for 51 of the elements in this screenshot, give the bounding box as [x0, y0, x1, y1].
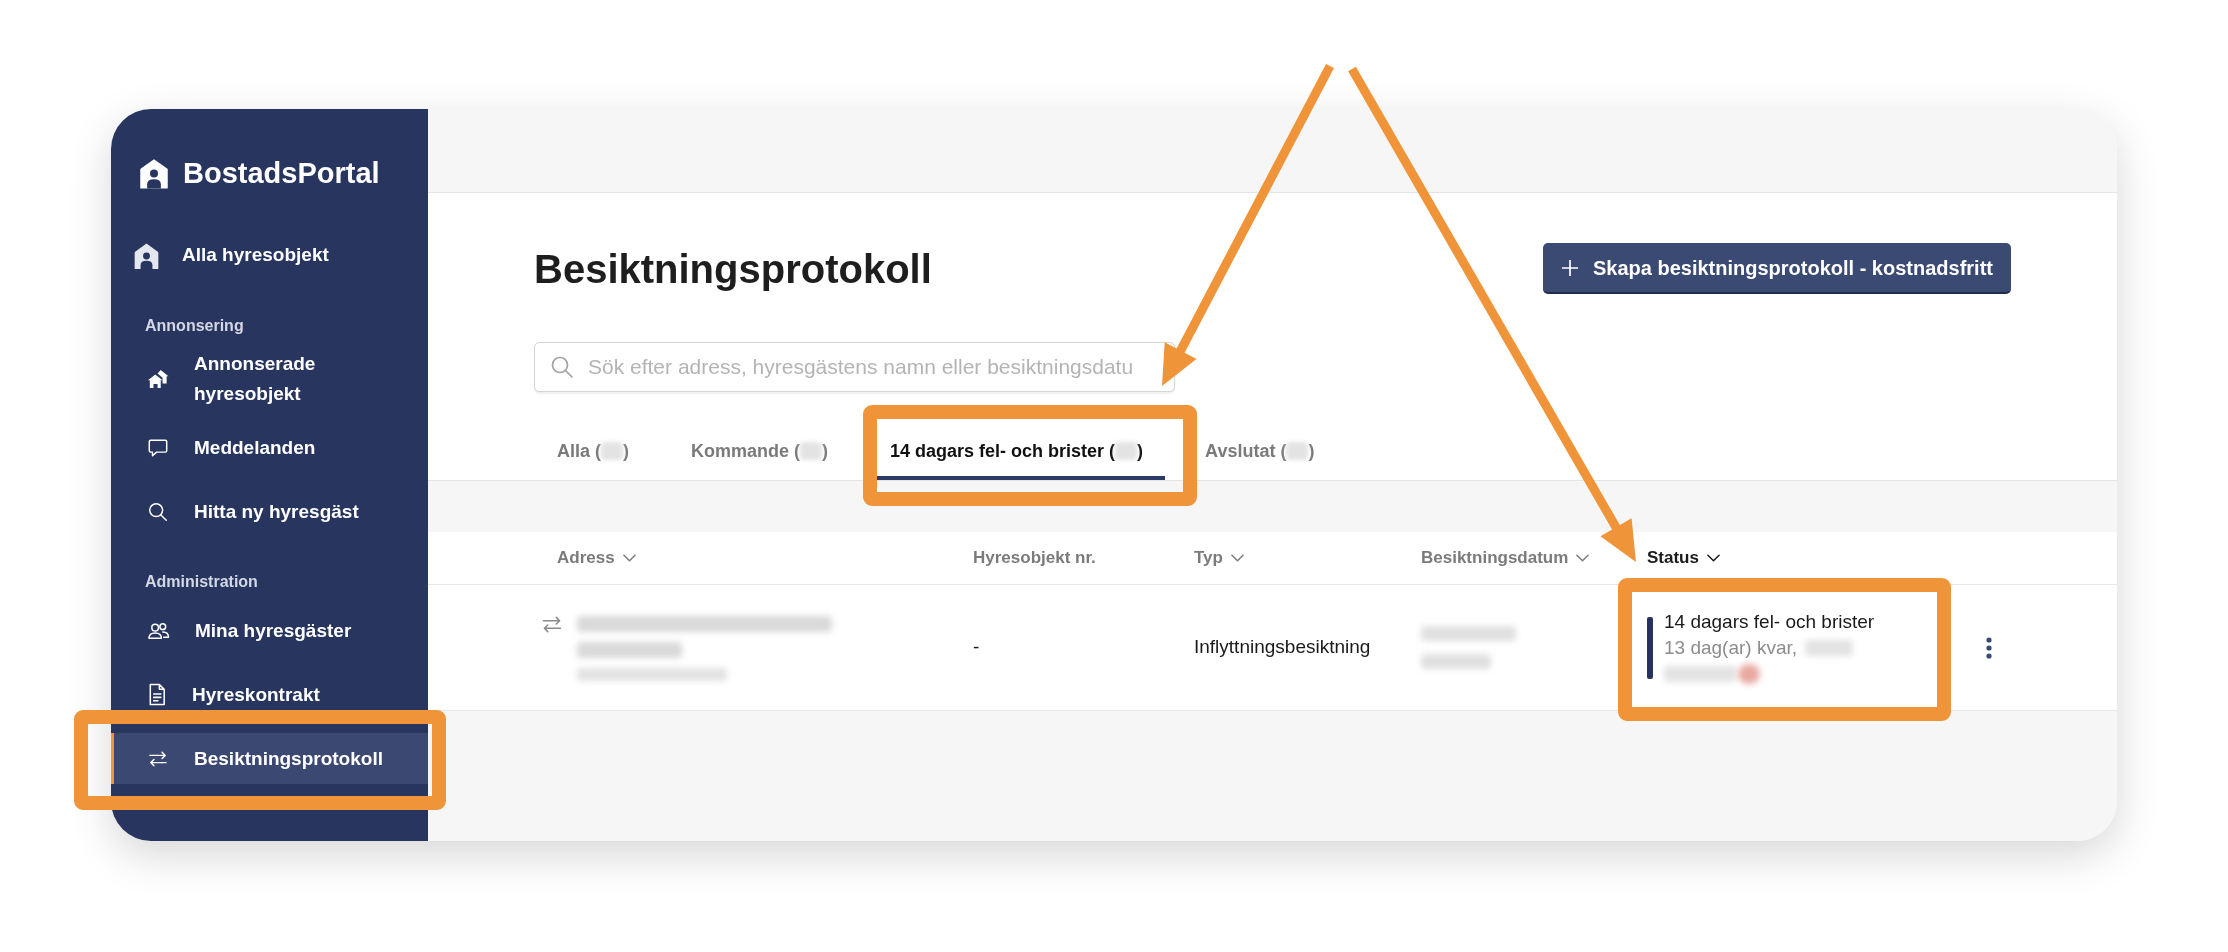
- sidebar-item[interactable]: Meddelanden: [111, 422, 428, 473]
- create-protocol-button[interactable]: Skapa besiktningsprotokoll - kostnadsfritt: [1542, 243, 2011, 294]
- status-title: 14 dagars fel- och brister: [1664, 609, 1875, 634]
- column-header[interactable]: Status: [1647, 545, 1720, 571]
- column-header[interactable]: Typ: [1194, 545, 1244, 571]
- house-person-icon: [133, 241, 160, 270]
- sidebar-item[interactable]: Alla hyresobjekt: [111, 230, 428, 281]
- more-icon[interactable]: [1985, 635, 1993, 660]
- blurred-text: [1664, 665, 1736, 682]
- swap-arrows-icon: [540, 615, 564, 634]
- sidebar-item[interactable]: Hitta ny hyresgäst: [111, 486, 428, 537]
- blurred-count: [800, 442, 823, 460]
- tab[interactable]: 14 dagars fel- och brister ( ): [868, 426, 1166, 480]
- document-icon: [147, 683, 167, 706]
- house-person-icon: [139, 156, 169, 190]
- people-icon: [147, 620, 170, 641]
- houses-icon: [147, 369, 169, 389]
- page-title: Besiktningsprotokoll: [534, 245, 932, 293]
- table-row[interactable]: - Inflyttningsbesiktning 14 dagars fel- och brister 13 dag(ar) kvar,: [428, 585, 2117, 711]
- blurred-count: [601, 442, 623, 460]
- chevron-down-icon: [1230, 554, 1244, 562]
- table-cell: Inflyttningsbesiktning: [1194, 636, 1371, 658]
- plus-icon: [1560, 258, 1579, 277]
- swap-arrows-icon: [147, 749, 169, 768]
- logo-text: BostadsPortal: [183, 156, 380, 191]
- search-icon: [550, 355, 574, 379]
- column-header: Hyresobjekt nr.: [973, 548, 1096, 568]
- status-detail: 13 dag(ar) kvar,: [1664, 635, 1798, 660]
- chevron-down-icon: [1576, 554, 1590, 562]
- blurred-count: [1115, 442, 1138, 460]
- speech-bubble-icon: [147, 436, 169, 459]
- table-cell: -: [973, 636, 980, 658]
- search-icon: [147, 500, 169, 523]
- sidebar-item[interactable]: Mina hyresgäster: [111, 605, 428, 656]
- sidebar-item[interactable]: Annonserade hyresobjekt: [111, 349, 428, 409]
- column-header[interactable]: Besiktningsdatum: [1421, 545, 1590, 571]
- sidebar-item[interactable]: Besiktningsprotokoll: [111, 733, 428, 784]
- tab[interactable]: Avslutat ( ): [1183, 426, 1337, 480]
- blurred-badge: [1738, 663, 1760, 684]
- sidebar-item[interactable]: Hyreskontrakt: [111, 669, 428, 720]
- blurred-text: [1421, 654, 1491, 669]
- chevron-down-icon: [622, 554, 636, 562]
- tab[interactable]: Kommande ( ): [669, 426, 851, 480]
- chevron-down-icon: [1706, 554, 1720, 562]
- search-field[interactable]: Sök efter adress, hyresgästens namn eller besiktningsdatu: [534, 342, 1175, 392]
- blurred-text: [1805, 639, 1854, 656]
- tab[interactable]: Alla ( ): [535, 426, 651, 480]
- section-label: Annonsering: [144, 316, 245, 336]
- section-label: Administration: [144, 572, 259, 592]
- column-header[interactable]: Adress: [557, 545, 636, 571]
- blurred-count: [1286, 442, 1309, 460]
